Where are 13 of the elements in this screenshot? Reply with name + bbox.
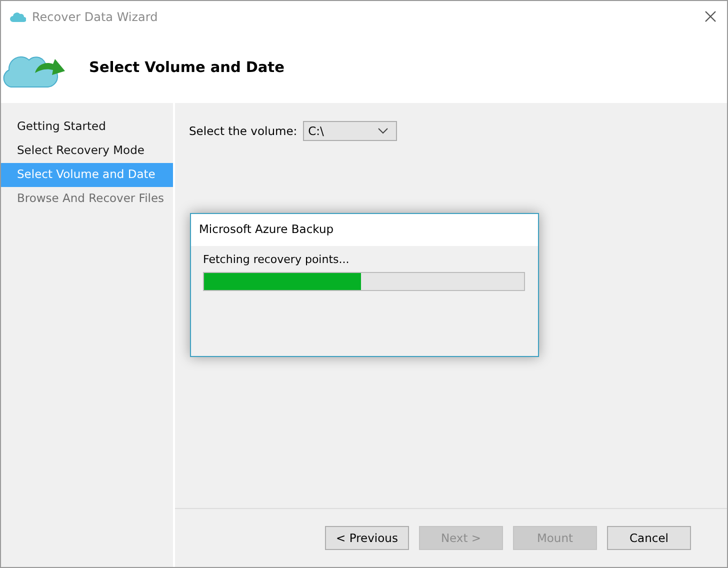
wizard-button[interactable]: < Previous [325,526,409,550]
volume-label: Select the volume: [189,124,298,138]
cloud-icon [10,12,26,22]
status-message: Fetching recovery points... [203,253,350,266]
step-item[interactable]: Select Recovery Mode [1,139,173,163]
dialog-title: Microsoft Azure Backup [191,214,538,246]
window-title: Recover Data Wizard [32,10,158,24]
chevron-icon [378,128,388,134]
step-item[interactable]: Getting Started [1,115,173,139]
wizard-button[interactable]: Cancel [607,526,691,550]
close-icon[interactable] [705,11,716,22]
page-title: Select Volume and Date [89,60,284,76]
volume-dropdown[interactable]: C:\ [303,121,398,141]
